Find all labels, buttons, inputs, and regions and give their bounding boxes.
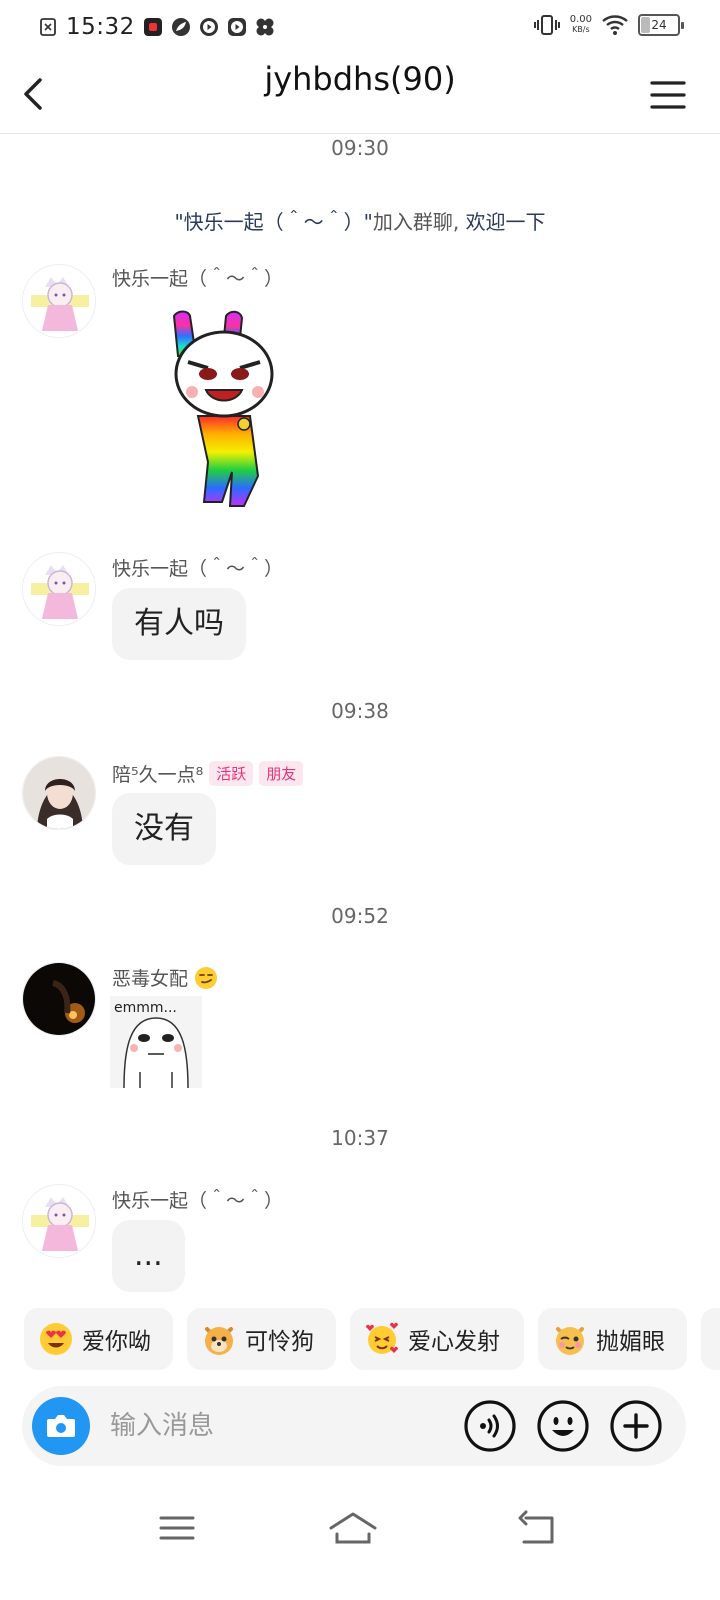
anime-girl-avatar	[23, 1185, 95, 1257]
avatar[interactable]	[22, 552, 96, 626]
dark-photo-avatar	[23, 963, 95, 1035]
sender-name: 恶毒女配	[112, 968, 189, 990]
system-join-message: "快乐一起（＾～＾）"加入群聊, 欢迎一下	[0, 206, 720, 235]
emmm-sticker-text: emmm...	[114, 1000, 177, 1016]
net-speed-value: 0.00	[569, 14, 592, 25]
smiley-icon	[537, 1400, 589, 1452]
sender-name: 快乐一起（＾～＾）	[112, 268, 284, 290]
plus-icon	[610, 1400, 662, 1452]
sender-row: 陪⁵久一点⁸ 活跃 朋友	[112, 760, 304, 787]
quick-emoji-label: 爱心发射	[408, 1329, 500, 1355]
avatar[interactable]	[22, 264, 96, 338]
avatar[interactable]	[22, 962, 96, 1036]
wifi-icon	[602, 15, 628, 35]
anime-girl-avatar	[23, 553, 95, 625]
video-app-icon	[143, 18, 162, 36]
message-input-bar: 输入消息	[22, 1386, 686, 1466]
camera-button[interactable]	[32, 1397, 90, 1455]
quick-emoji-love-launch[interactable]: 爱心发射	[350, 1308, 524, 1370]
tag-friend: 朋友	[259, 761, 304, 786]
rainbow-cat-sticker[interactable]	[166, 306, 282, 516]
status-bar: 15:32 0.00 KB/s 24	[0, 0, 720, 56]
nav-menu-icon	[159, 1516, 195, 1540]
message-input[interactable]: 输入消息	[110, 1386, 214, 1466]
sender-row: 恶毒女配	[112, 964, 218, 991]
quick-emoji-label: 可怜狗	[245, 1329, 314, 1355]
time-separator: 09:30	[331, 136, 389, 160]
chat-header: jyhbdhs(90)	[0, 56, 720, 134]
chat-list[interactable]: 09:30 "快乐一起（＾～＾）"加入群聊, 欢迎一下 快乐一起（＾～＾） 快乐…	[0, 134, 720, 1304]
vibrate-icon	[533, 15, 560, 35]
quick-emoji-dog[interactable]: 可怜狗	[187, 1308, 336, 1370]
leaf-app-icon	[171, 18, 190, 36]
nav-back-button[interactable]	[508, 1508, 568, 1548]
quick-emoji-label: 爱你呦	[82, 1329, 151, 1355]
quick-emoji-label: 抛媚眼	[596, 1329, 665, 1355]
net-speed-unit: KB/s	[572, 25, 590, 34]
quick-emoji-love[interactable]: 爱你呦	[24, 1308, 173, 1370]
nav-home-icon	[329, 1512, 377, 1544]
message-bubble[interactable]: 没有	[112, 793, 216, 865]
nav-home-button[interactable]	[323, 1508, 383, 1548]
status-left: 15:32	[38, 14, 275, 40]
emoji-button[interactable]	[537, 1400, 589, 1452]
nav-back-icon	[518, 1510, 554, 1544]
voice-icon	[464, 1400, 516, 1452]
sim-off-icon	[40, 18, 56, 36]
wink-emoji-icon	[556, 1327, 584, 1355]
system-nav-bar	[0, 1490, 720, 1600]
status-time: 15:32	[66, 14, 135, 40]
heart-eyes-emoji-icon	[40, 1323, 72, 1355]
sender-name: 快乐一起（＾～＾）	[112, 558, 284, 580]
camera-icon	[47, 1415, 75, 1437]
time-separator: 09:52	[331, 904, 389, 928]
avatar[interactable]	[22, 756, 96, 830]
rainbow-cat-image	[172, 310, 274, 507]
emmm-sticker-image: emmm...	[110, 996, 202, 1089]
battery-level: 24	[651, 18, 667, 32]
message-bubble[interactable]: ...	[112, 1220, 185, 1292]
time-separator: 10:37	[331, 1126, 389, 1150]
emmm-sticker[interactable]: emmm...	[110, 996, 202, 1092]
avatar[interactable]	[22, 1184, 96, 1258]
message-bubble[interactable]: 有人吗	[112, 588, 246, 660]
quick-emoji-row[interactable]: 爱你呦 可怜狗 爱心发射 抛媚眼	[0, 1308, 720, 1370]
time-separator: 09:38	[331, 699, 389, 723]
add-button[interactable]	[610, 1400, 662, 1452]
sender-name: 快乐一起（＾～＾）	[112, 1190, 284, 1212]
tag-active: 活跃	[209, 761, 254, 786]
welcome-link[interactable]: 欢迎一下	[466, 210, 546, 234]
play-app-icon-2	[227, 18, 246, 36]
menu-button[interactable]	[650, 80, 686, 110]
battery-icon: 24	[638, 14, 684, 36]
sender-name: 陪⁵久一点⁸	[112, 764, 204, 786]
pitiful-dog-emoji-icon	[205, 1327, 233, 1355]
voice-button[interactable]	[464, 1400, 516, 1452]
girl-photo-avatar	[23, 757, 95, 829]
anime-girl-avatar	[23, 265, 95, 337]
smirk-emoji-icon	[195, 966, 218, 989]
status-right: 0.00 KB/s 24	[533, 14, 684, 36]
system-join-name: "快乐一起（＾～＾）"	[174, 210, 373, 234]
network-speed: 0.00 KB/s	[570, 15, 592, 35]
nav-menu-button[interactable]	[146, 1508, 206, 1548]
clover-app-icon	[256, 18, 274, 36]
play-app-icon	[199, 18, 218, 36]
system-join-text: 加入群聊,	[372, 210, 460, 234]
group-title: jyhbdhs(90)	[264, 60, 456, 98]
quick-emoji-wink[interactable]: 抛媚眼	[538, 1308, 687, 1370]
battery-fill	[641, 17, 651, 33]
quick-emoji-more[interactable]	[701, 1308, 720, 1370]
hamburger-icon	[650, 81, 686, 109]
love-launch-emoji-icon	[366, 1322, 398, 1354]
